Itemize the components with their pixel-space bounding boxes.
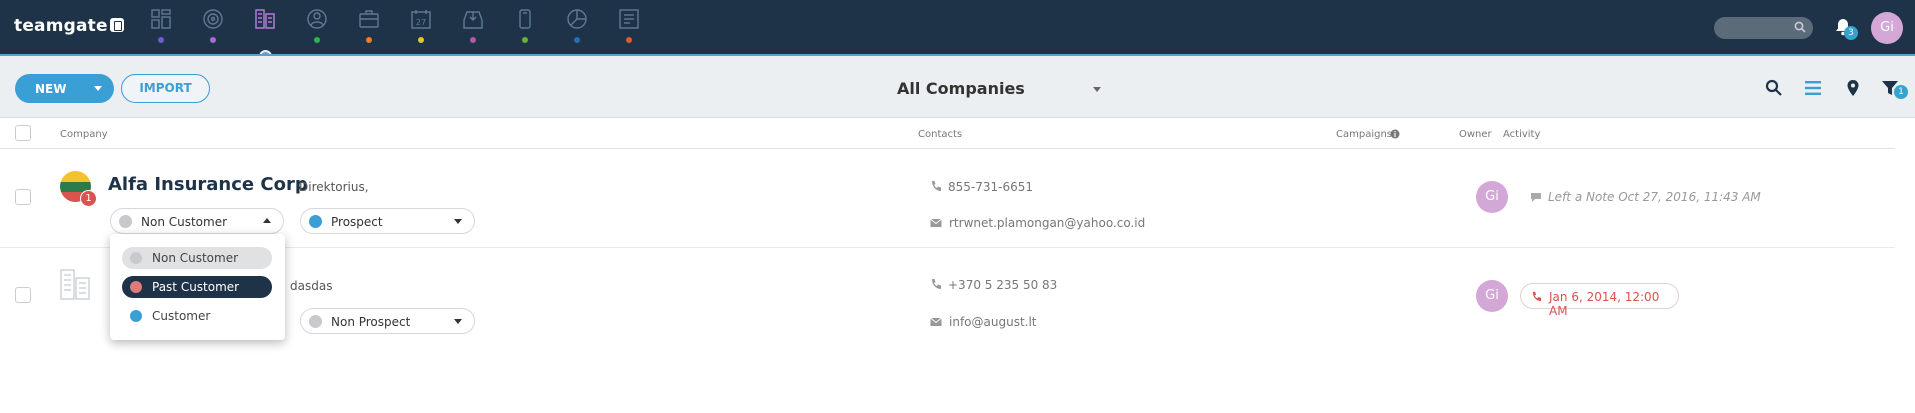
customer-status-value: Non Customer <box>141 215 228 229</box>
phone-icon[interactable] <box>514 8 536 30</box>
reports-indicator-dot <box>574 37 580 43</box>
companies-icon[interactable] <box>254 8 276 30</box>
option-label: Non Customer <box>152 251 239 265</box>
column-header-company[interactable]: Company <box>60 129 108 140</box>
phone-indicator-dot <box>522 37 528 43</box>
prospect-status-value: Non Prospect <box>331 315 411 329</box>
chevron-down-icon <box>454 319 462 324</box>
column-header-owner[interactable]: Owner <box>1459 129 1492 140</box>
note-icon <box>1531 193 1541 202</box>
forms-indicator-dot <box>626 37 632 43</box>
column-header-campaigns[interactable]: Campaigns <box>1336 129 1392 140</box>
prospect-status-value: Prospect <box>331 215 383 229</box>
people-icon[interactable] <box>306 8 328 30</box>
status-dot <box>309 215 322 228</box>
list-view-icon[interactable] <box>1804 79 1822 97</box>
owner-avatar[interactable]: Gi <box>1476 181 1508 213</box>
people-indicator-dot <box>314 37 320 43</box>
new-dropdown-caret-icon[interactable] <box>94 86 102 91</box>
table-header: Company Contacts Campaigns Owner Activit… <box>0 119 1895 149</box>
option-label: Past Customer <box>152 280 240 294</box>
list-toolbar: NEW IMPORT All Companies 1 <box>0 56 1915 118</box>
chevron-up-icon <box>263 218 271 223</box>
company-subtext: dasdas <box>290 279 333 293</box>
select-all-checkbox[interactable] <box>15 125 31 141</box>
company-logo-badge: 1 <box>80 190 97 207</box>
logo-text: teamgate <box>14 16 108 36</box>
new-button-label: NEW <box>35 82 67 96</box>
new-button[interactable]: NEW <box>15 74 114 103</box>
search-icon <box>1794 21 1806 33</box>
teamgate-logo[interactable]: teamgate <box>14 16 124 36</box>
owner-avatar[interactable]: Gi <box>1476 280 1508 312</box>
inbox-indicator-dot <box>470 37 476 43</box>
contact-phone[interactable]: 855-731-6651 <box>948 180 1033 194</box>
contact-phone[interactable]: +370 5 235 50 83 <box>948 278 1057 292</box>
forms-icon[interactable] <box>618 8 640 30</box>
status-dot <box>130 310 142 322</box>
column-header-contacts[interactable]: Contacts <box>918 129 962 140</box>
logo-mark-icon <box>109 18 124 32</box>
view-selector-caret-icon[interactable] <box>1093 87 1101 92</box>
contact-email[interactable]: info@august.lt <box>949 315 1037 329</box>
inbox-icon[interactable] <box>462 8 484 30</box>
calendar-day-label: 27 <box>416 18 426 27</box>
target-icon[interactable] <box>202 8 224 30</box>
customer-status-dropdown: Non Customer Past Customer Customer <box>110 234 285 340</box>
row-checkbox[interactable] <box>15 189 31 205</box>
calendar-icon[interactable]: 27 <box>410 8 432 30</box>
campaigns-info-icon[interactable] <box>1390 129 1400 139</box>
global-search-input[interactable] <box>1714 17 1813 39</box>
dropdown-option-customer[interactable]: Customer <box>122 305 272 327</box>
phone-icon <box>932 279 941 289</box>
column-header-activity[interactable]: Activity <box>1503 129 1540 140</box>
email-icon <box>930 218 942 227</box>
target-indicator-dot <box>210 37 216 43</box>
email-icon <box>930 317 942 326</box>
calendar-indicator-dot <box>418 37 424 43</box>
deals-indicator-dot <box>366 37 372 43</box>
activity-call-badge[interactable]: Jan 6, 2014, 12:00 AM <box>1520 283 1679 318</box>
phone-call-icon <box>1532 291 1542 302</box>
status-dot <box>130 281 142 293</box>
status-dot <box>130 252 142 264</box>
option-label: Customer <box>152 309 211 323</box>
customer-status-select[interactable]: Non Customer <box>110 208 284 234</box>
prospect-status-select[interactable]: Non Prospect <box>300 308 475 334</box>
view-selector[interactable]: All Companies <box>897 79 1025 98</box>
company-placeholder-building-icon <box>60 269 90 300</box>
row-checkbox[interactable] <box>15 287 31 303</box>
reports-icon[interactable] <box>566 8 588 30</box>
chevron-down-icon <box>454 219 462 224</box>
user-avatar[interactable]: Gi <box>1871 12 1903 44</box>
notifications-count-badge: 3 <box>1844 26 1858 40</box>
company-name[interactable]: Alfa Insurance Corp <box>108 174 308 195</box>
prospect-status-select[interactable]: Prospect <box>300 208 475 234</box>
activity-last-note[interactable]: Left a Note Oct 27, 2016, 11:43 AM <box>1548 190 1761 204</box>
filter-count-badge: 1 <box>1894 85 1908 99</box>
phone-icon <box>932 181 941 191</box>
dropdown-option-past-customer[interactable]: Past Customer <box>122 276 272 298</box>
search-icon[interactable] <box>1765 79 1783 97</box>
dropdown-option-non-customer[interactable]: Non Customer <box>122 247 272 269</box>
activity-call-time: Jan 6, 2014, 12:00 AM <box>1549 290 1660 318</box>
status-dot <box>309 315 322 328</box>
contact-email[interactable]: rtrwnet.plamongan@yahoo.co.id <box>949 216 1145 230</box>
company-subtext: Direktorius, <box>299 180 369 194</box>
deals-icon[interactable] <box>358 8 380 30</box>
dashboard-icon[interactable] <box>150 8 172 30</box>
map-pin-icon[interactable] <box>1844 79 1862 97</box>
dashboard-indicator-dot <box>158 37 164 43</box>
status-dot <box>119 215 132 228</box>
top-navigation-bar: teamgate 27 3 Gi <box>0 0 1915 63</box>
import-button[interactable]: IMPORT <box>121 74 210 103</box>
